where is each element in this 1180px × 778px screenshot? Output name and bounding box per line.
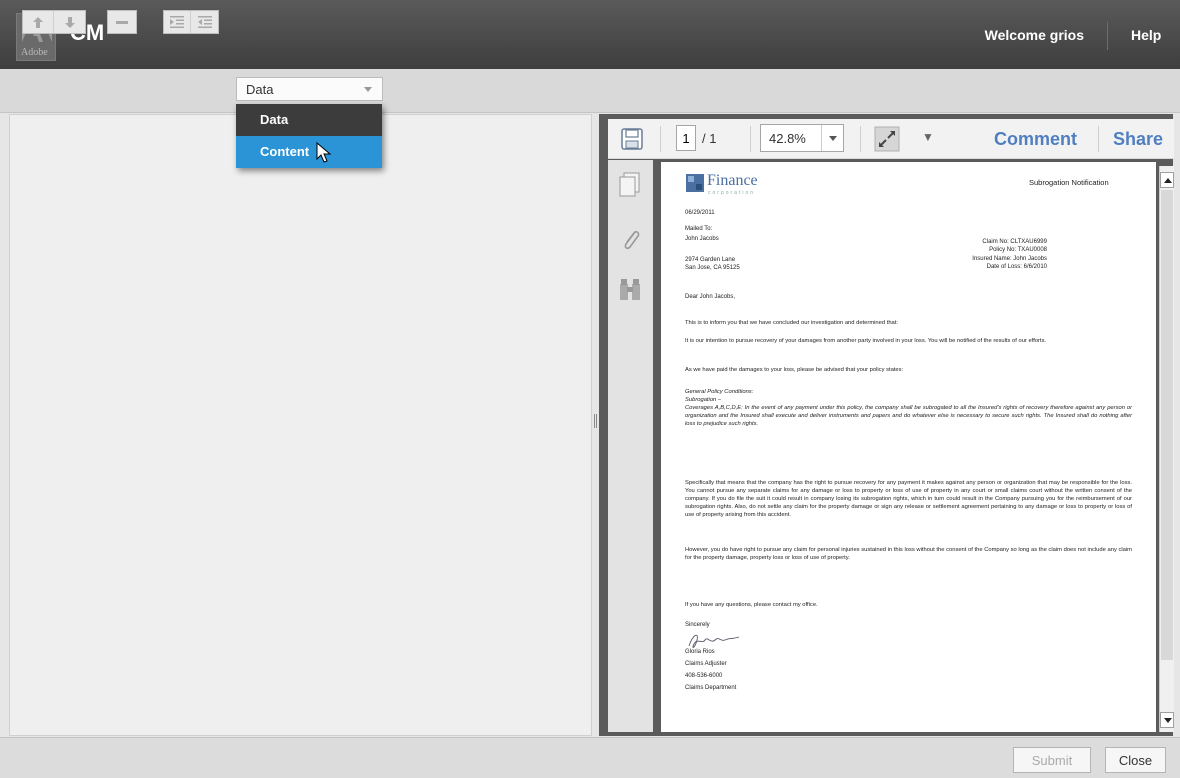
remove-icon[interactable] (108, 11, 136, 33)
toolbar-divider (750, 126, 751, 152)
outdent-icon[interactable] (191, 11, 218, 33)
paragraph-7: If you have any questions, please contac… (685, 602, 818, 608)
pdf-sidebar (608, 160, 653, 732)
left-content-panel (9, 114, 592, 736)
close-button[interactable]: Close (1105, 747, 1166, 773)
dropdown-option-content[interactable]: Content (236, 136, 382, 168)
paragraph-6: However, you do have right to pursue any… (685, 547, 1132, 561)
comment-link[interactable]: Comment (994, 129, 1077, 150)
move-button-group (22, 10, 86, 34)
select-dropdown-menu: Data Content (236, 104, 382, 168)
splitter-grip-icon[interactable] (594, 414, 597, 428)
remove-button-group (107, 10, 137, 34)
adobe-logo-text: Adobe (21, 47, 48, 58)
dropdown-option-data[interactable]: Data (236, 104, 382, 136)
signer-name: Gloria Rios (685, 649, 715, 655)
move-down-icon[interactable] (54, 11, 85, 33)
search-binoculars-icon[interactable] (619, 278, 641, 302)
indent-button-group (163, 10, 219, 34)
zoom-select[interactable]: 42.8% (760, 124, 844, 152)
data-content-select[interactable]: Data (236, 77, 383, 101)
page-total: / 1 (702, 131, 717, 146)
toolbar (0, 69, 1180, 113)
paragraph-1: This is to inform you that we have concl… (685, 320, 898, 326)
scroll-up-icon[interactable] (1160, 172, 1174, 188)
attachment-icon[interactable] (619, 226, 641, 254)
help-link[interactable]: Help (1131, 27, 1161, 43)
insured-name: Insured Name: John Jacobs (972, 256, 1047, 262)
paragraph-5: Specifically that means that the company… (685, 480, 1132, 518)
chevron-down-icon (364, 87, 372, 92)
document-brand: Finance (707, 172, 758, 189)
signer-phone: 408-536-6000 (685, 673, 723, 679)
subrogation-label: Subrogation – (685, 397, 722, 403)
pdf-scrollbar[interactable] (1159, 166, 1174, 732)
coverages-paragraph: Coverages A,B,C,D,E: In the event of any… (685, 405, 1132, 427)
policy-conditions-title: General Policy Conditions: (685, 389, 754, 395)
indent-icon[interactable] (164, 11, 191, 33)
policy-number: Policy No: TXAU0008 (989, 247, 1047, 253)
claim-number: Claim No: CLTXAU6999 (982, 239, 1047, 245)
paragraph-2: It is our intention to pursue recovery o… (685, 338, 1047, 344)
signer-title: Claims Adjuster (685, 661, 727, 667)
footer-bar: Submit Close (0, 737, 1180, 778)
share-link[interactable]: Share (1113, 129, 1163, 150)
toolbar-divider (860, 126, 861, 152)
document-date: 06/29/2011 (685, 210, 715, 216)
document-title: Subrogation Notification (1029, 178, 1109, 187)
pdf-toolbar: 1 / 1 42.8% ▼ Comment Share (608, 119, 1174, 159)
paragraph-3: As we have paid the damages to your loss… (685, 367, 904, 373)
scroll-down-icon[interactable] (1160, 712, 1174, 728)
save-icon[interactable] (621, 128, 643, 150)
date-of-loss: Date of Loss: 6/6/2010 (986, 264, 1047, 270)
select-value: Data (246, 82, 274, 97)
closing: Sincerely (685, 622, 710, 628)
more-options-icon[interactable]: ▼ (922, 130, 934, 144)
chevron-down-icon[interactable] (821, 125, 843, 151)
page-number-input[interactable]: 1 (676, 125, 696, 151)
zoom-value: 42.8% (769, 131, 806, 146)
scroll-thumb[interactable] (1161, 190, 1173, 660)
pdf-page: Finance corporation Subrogation Notifica… (661, 162, 1156, 732)
mouse-cursor-icon (316, 142, 332, 163)
welcome-user-link[interactable]: Welcome grios (985, 27, 1084, 43)
document-brand-sub: corporation (708, 190, 756, 196)
signer-department: Claims Department (685, 685, 737, 691)
pages-icon[interactable] (619, 172, 641, 198)
move-up-icon[interactable] (23, 11, 54, 33)
greeting: Dear John Jacobs, (685, 294, 736, 300)
toolbar-divider (660, 126, 661, 152)
finance-logo-icon (686, 174, 704, 192)
submit-button[interactable]: Submit (1013, 747, 1091, 773)
fit-page-icon[interactable] (874, 126, 900, 152)
toolbar-divider (1098, 126, 1099, 152)
mailed-to-label: Mailed To: (685, 226, 713, 232)
header-divider (1107, 22, 1108, 50)
